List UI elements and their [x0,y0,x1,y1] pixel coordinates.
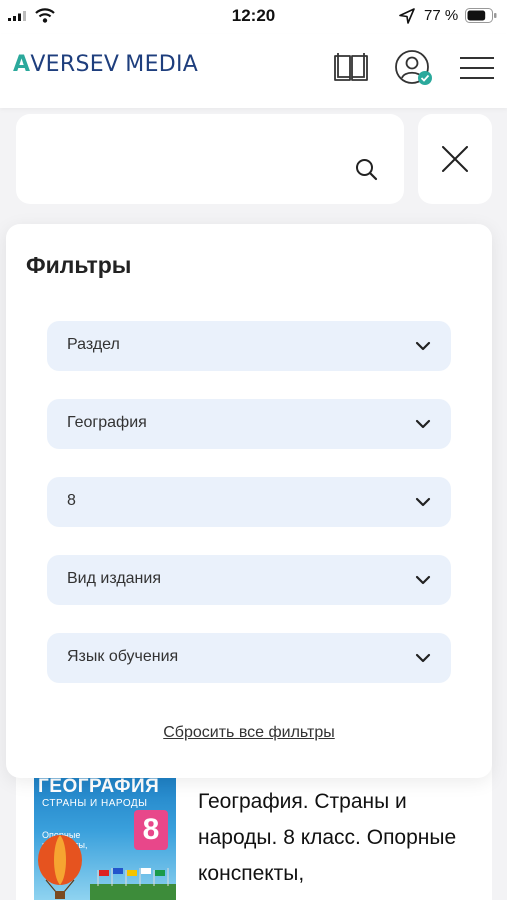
select-value: География [67,414,147,431]
cover-title: ГЕОГРАФИЯ [38,776,160,797]
search-bar [16,114,404,204]
logo-media-text: MEDIA [125,52,199,77]
search-input[interactable] [32,144,342,174]
select-value: Язык обучения [67,648,179,665]
app-header: AVERSEV MEDIA [0,34,507,108]
select-value: Вид издания [67,570,161,587]
logo-main-text: VERSEV [30,52,120,77]
filters-panel: Фильтры Раздел География 8 Вид издания Я… [6,224,492,778]
product-card[interactable]: ГЕОГРАФИЯ СТРАНЫ И НАРОДЫ Опорные конспе… [16,760,492,900]
close-search-button[interactable] [418,114,492,204]
chevron-down-icon [415,341,431,351]
user-profile-icon[interactable] [394,49,434,87]
select-value: Раздел [67,336,120,353]
aversev-media-logo[interactable]: AVERSEV MEDIA [13,52,198,77]
search-icon[interactable] [354,157,380,183]
battery-icon [465,8,497,23]
logo-a-mark: A [13,52,31,77]
open-book-icon[interactable] [333,52,369,84]
location-arrow-icon [399,8,415,24]
close-icon [442,146,468,172]
subject-select[interactable]: География [47,399,451,449]
language-select[interactable]: Язык обучения [47,633,451,683]
cover-grade-badge: 8 [134,810,168,850]
reset-filters-link[interactable]: Сбросить все фильтры [6,724,492,742]
status-bar: 12:20 77 % [0,0,507,34]
section-select[interactable]: Раздел [47,321,451,371]
hamburger-menu-icon[interactable] [460,55,494,81]
chevron-down-icon [415,575,431,585]
cover-subtitle: СТРАНЫ И НАРОДЫ [42,798,148,809]
filters-title: Фильтры [26,252,132,278]
hot-air-balloon-icon [38,835,82,899]
chevron-down-icon [415,419,431,429]
edition-type-select[interactable]: Вид издания [47,555,451,605]
product-title[interactable]: География. Страны и народы. 8 класс. Опо… [198,784,478,892]
chevron-down-icon [415,653,431,663]
grade-select[interactable]: 8 [47,477,451,527]
select-value: 8 [67,492,76,509]
book-cover-image[interactable]: ГЕОГРАФИЯ СТРАНЫ И НАРОДЫ Опорные конспе… [34,774,176,900]
battery-percent: 77 % [424,7,459,24]
flags-illustration-icon [90,868,176,900]
chevron-down-icon [415,497,431,507]
